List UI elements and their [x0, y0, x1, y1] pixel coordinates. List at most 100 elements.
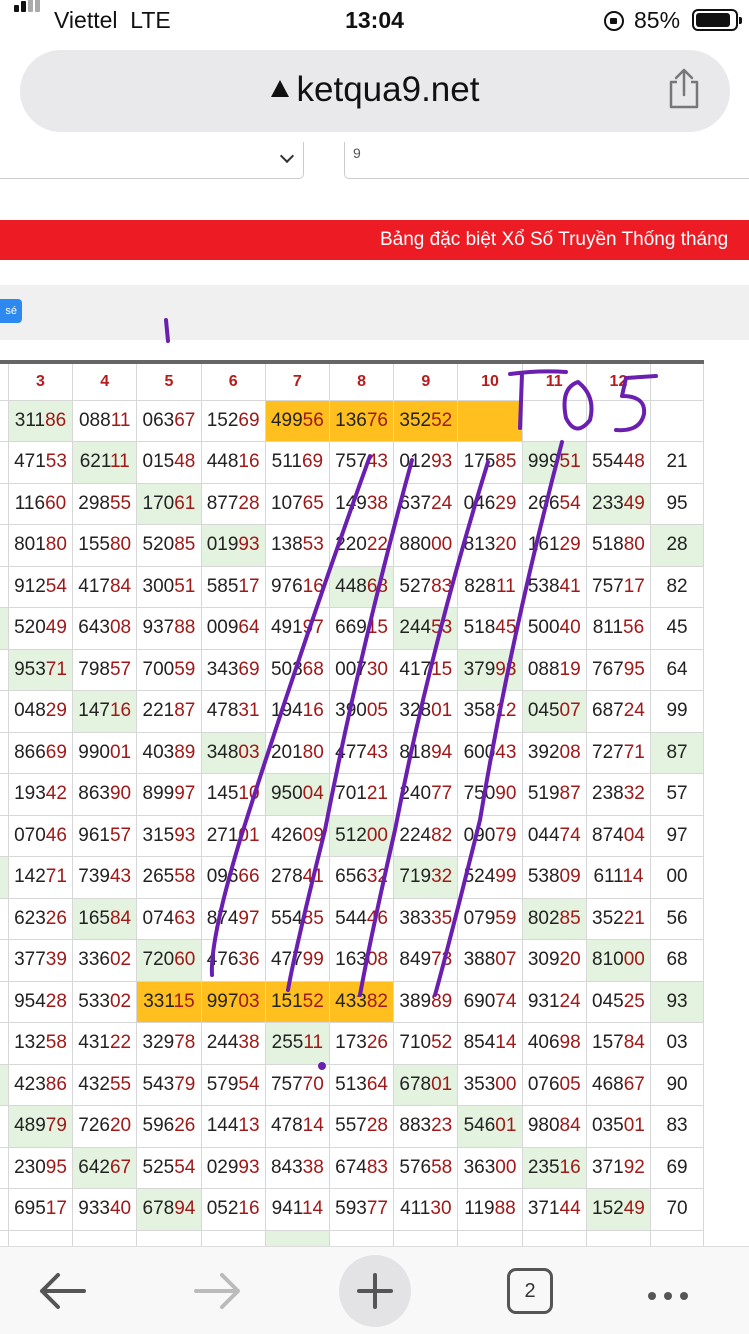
- result-cell: 22022: [328, 524, 395, 567]
- result-cell: [457, 1229, 523, 1246]
- new-tab-button[interactable]: [339, 1255, 411, 1327]
- result-cell: 16129: [521, 524, 587, 567]
- result-cell: 37144: [521, 1188, 587, 1231]
- result-cell: 71052: [393, 1022, 459, 1065]
- results-table: 3456789101112 30311860881106367152694995…: [0, 360, 704, 1246]
- more-dots-icon[interactable]: [648, 1287, 696, 1305]
- result-cell: 13: [0, 1105, 9, 1148]
- url-display[interactable]: ketqua9.net: [20, 70, 730, 110]
- table-row: 9786669990014038934803201804774381894600…: [0, 731, 704, 774]
- result-cell: 29: [0, 1188, 9, 1231]
- result-cell: [521, 399, 587, 442]
- table-row: 3642386432555437957954757705136467801353…: [0, 1063, 704, 1106]
- result-cell: 51880: [585, 524, 652, 567]
- result-cell: 13853: [264, 524, 330, 567]
- result-cell: 82: [650, 565, 704, 608]
- result-cell: 14271: [7, 856, 74, 899]
- result-cell: [457, 399, 523, 442]
- battery-percent: 85%: [634, 7, 681, 33]
- column-header: 7: [264, 361, 330, 401]
- result-cell: 75090: [457, 773, 523, 816]
- result-cell: 51200: [328, 814, 395, 857]
- count-input[interactable]: 9: [344, 142, 749, 179]
- result-cell: 75770: [264, 1063, 330, 1106]
- result-cell: 47743: [328, 731, 395, 774]
- result-cell: 84338: [264, 1146, 330, 1189]
- table-row: 4295428533023311599703151524338238989690…: [0, 980, 704, 1023]
- table-header-row: 3 4 5 6 7 8 9 10 11 12: [0, 361, 704, 401]
- result-cell: 62: [0, 939, 9, 982]
- result-cell: 48: [0, 773, 9, 816]
- result-cell: 52783: [393, 565, 459, 608]
- result-cell: 04507: [521, 690, 587, 733]
- result-cell: 19342: [7, 773, 74, 816]
- table-row: 4462326165840746387497554855444638335079…: [0, 897, 704, 940]
- result-cell: 87497: [200, 897, 266, 940]
- result-cell: 47153: [7, 441, 74, 484]
- result-cell: 15580: [72, 524, 138, 567]
- result-cell: 34803: [200, 731, 266, 774]
- result-cell: 01993: [200, 524, 266, 567]
- result-cell: 43255: [72, 1063, 138, 1106]
- result-cell: 47636: [200, 939, 266, 982]
- table-row: 2969517933406789405216941145937741130119…: [0, 1188, 704, 1231]
- result-cell: 52499: [457, 856, 523, 899]
- result-cell: 95371: [7, 648, 74, 691]
- result-cell: 69: [650, 1146, 704, 1189]
- result-cell: 24077: [393, 773, 459, 816]
- result-cell: 21: [650, 441, 704, 484]
- table-row: 4880180155805208501993138532202288000813…: [0, 524, 704, 567]
- back-arrow-icon[interactable]: [22, 1247, 102, 1334]
- result-cell: 88000: [393, 524, 459, 567]
- result-cell: 35221: [585, 897, 652, 940]
- result-cell: 88323: [393, 1105, 459, 1148]
- phone-screen: Viettel LTE 13:04 85% ketqua9.net 9 Bảng…: [0, 0, 749, 1334]
- result-cell: 61: [0, 814, 9, 857]
- result-cell: 68724: [585, 690, 652, 733]
- result-cell: 37739: [7, 939, 74, 982]
- result-cell: 97: [650, 814, 704, 857]
- result-cell: 87728: [200, 482, 266, 525]
- result-cell: 99951: [521, 441, 587, 484]
- share-icon[interactable]: [666, 68, 702, 110]
- column-header: [0, 361, 9, 401]
- result-cell: [0, 1229, 9, 1246]
- result-cell: 16584: [72, 897, 138, 940]
- result-cell: 57: [650, 773, 704, 816]
- tabs-button[interactable]: 2: [507, 1268, 553, 1314]
- column-header: 11: [521, 361, 587, 401]
- table-row: 5323095642675255402993843386748357658363…: [0, 1146, 704, 1189]
- result-cell: 64: [0, 482, 9, 525]
- result-cell: 07046: [7, 814, 74, 857]
- forward-arrow-icon[interactable]: [178, 1247, 258, 1334]
- result-cell: 52085: [136, 524, 202, 567]
- month-select[interactable]: [0, 142, 304, 179]
- result-cell: 23516: [521, 1146, 587, 1189]
- result-cell: 59377: [328, 1188, 395, 1231]
- result-cell: 75717: [585, 565, 652, 608]
- result-cell: 46: [0, 856, 9, 899]
- result-cell: 06367: [136, 399, 202, 442]
- column-header: 4: [72, 361, 138, 401]
- table-row: 6237739336027206047636477991630884973388…: [0, 939, 704, 982]
- result-cell: 34369: [200, 648, 266, 691]
- view-button[interactable]: sé: [0, 299, 22, 323]
- address-bar[interactable]: ketqua9.net: [20, 50, 730, 132]
- chevron-down-icon: [279, 148, 295, 164]
- browser-toolbar: 2: [0, 1246, 749, 1334]
- result-cell: 50040: [521, 607, 587, 650]
- result-cell: 04629: [457, 482, 523, 525]
- result-cell: 24453: [393, 607, 459, 650]
- result-cell: 01293: [393, 441, 459, 484]
- result-cell: 48: [0, 524, 9, 567]
- result-cell: [585, 399, 652, 442]
- result-cell: 65632: [328, 856, 395, 899]
- result-cell: [7, 1229, 74, 1246]
- result-cell: 07605: [521, 1063, 587, 1106]
- result-cell: 68: [650, 939, 704, 982]
- result-cell: 41784: [72, 565, 138, 608]
- result-cell: 38807: [457, 939, 523, 982]
- result-cell: 53841: [521, 565, 587, 608]
- result-cell: 97616: [264, 565, 330, 608]
- result-cell: 29855: [72, 482, 138, 525]
